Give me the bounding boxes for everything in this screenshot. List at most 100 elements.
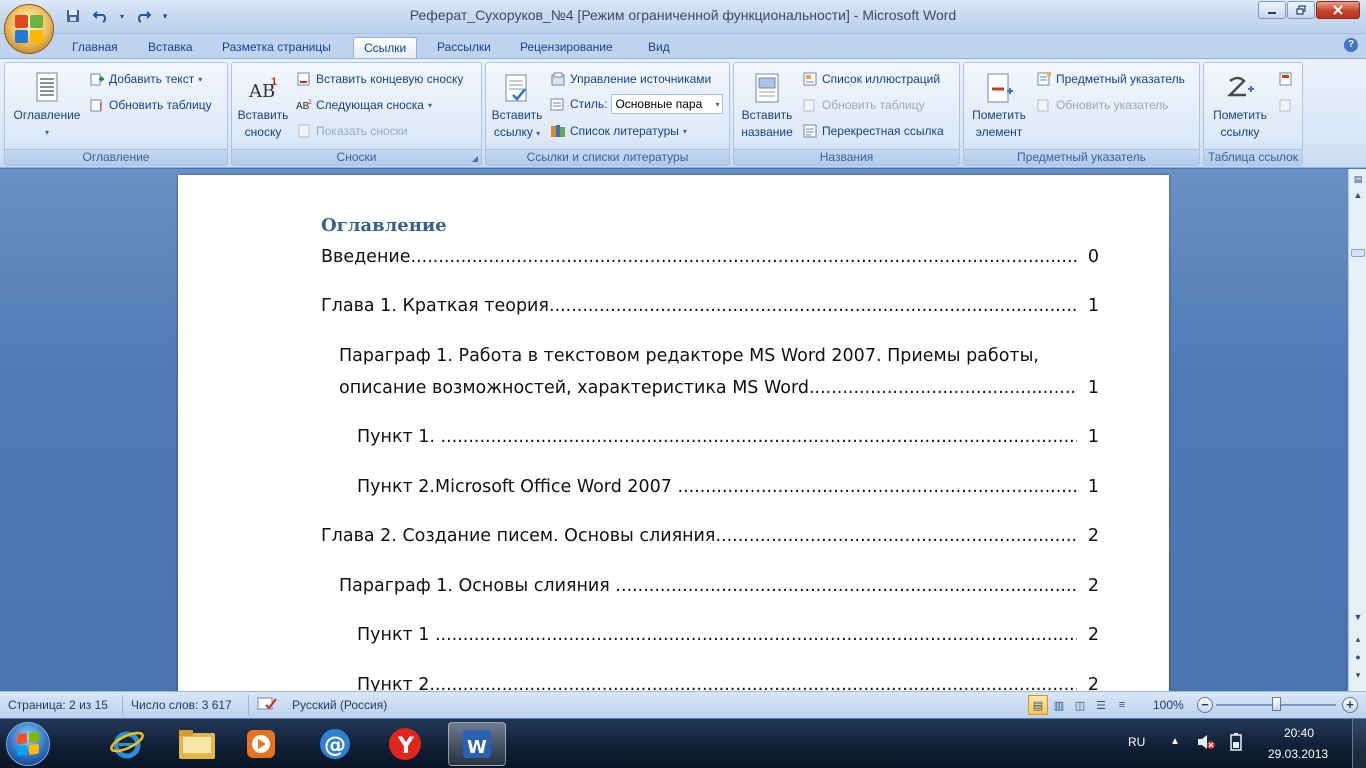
outline-icon[interactable]: ☰ (1091, 695, 1111, 715)
insert-footnote-button[interactable]: AB 1 Вставить сноску (235, 67, 291, 141)
insert-endnote-button[interactable]: Вставить концевую сноску (296, 69, 463, 89)
file-explorer-icon[interactable] (168, 722, 226, 766)
toc-leader-dots: ........................................… (440, 427, 1077, 447)
ruler-toggle-icon[interactable]: ▤ (1350, 171, 1366, 187)
restore-button[interactable] (1287, 1, 1315, 19)
toc-entry[interactable]: Глава 1. Краткая теория.................… (321, 296, 1077, 316)
mail-client-icon[interactable]: @ (306, 722, 364, 766)
page-count[interactable]: Страница: 2 из 15 (8, 698, 108, 712)
microsoft-word-icon[interactable]: W (448, 722, 506, 766)
zoom-level[interactable]: 100% (1153, 698, 1184, 712)
dialog-launcher-icon[interactable]: ◢ (472, 154, 478, 163)
insert-footnote-label-1: Вставить (237, 108, 289, 122)
toc-entry[interactable]: описание возможностей, характеристика MS… (339, 378, 1077, 398)
next-footnote-button[interactable]: AB 1 Следующая сноска ▾ (296, 95, 432, 115)
toc-entry[interactable]: Параграф 1. Работа в текстовом редакторе… (339, 346, 1077, 366)
insert-toa-button[interactable] (1278, 69, 1294, 89)
tab-review[interactable]: Рецензирование (510, 37, 623, 58)
language-status[interactable]: Русский (Россия) (292, 698, 387, 712)
toc-entry[interactable]: Пункт 1 ................................… (357, 625, 1077, 645)
svg-text:!: ! (812, 101, 816, 113)
toc-entry[interactable]: Глава 2. Создание писем. Основы слияния.… (321, 526, 1077, 546)
tab-insert[interactable]: Вставка (138, 37, 203, 58)
style-dropdown[interactable]: Основные пара ▾ (611, 94, 724, 114)
svg-text:1: 1 (271, 76, 277, 88)
mark-citation-button[interactable]: Пометить ссылку (1206, 67, 1274, 141)
clock-time[interactable]: 20:40 (1284, 726, 1314, 740)
toc-button[interactable]: Оглавление ▾ (9, 67, 85, 141)
battery-icon[interactable] (1226, 732, 1246, 755)
input-language[interactable]: RU (1128, 735, 1145, 749)
group-captions: Вставить название Список иллюстраций ! О… (733, 62, 960, 166)
svg-text:1: 1 (308, 99, 312, 106)
tab-page-layout[interactable]: Разметка страницы (212, 37, 341, 58)
zoom-in-icon[interactable]: + (1342, 697, 1358, 713)
scroll-thumb[interactable] (1351, 249, 1365, 257)
update-table-button[interactable]: ! Обновить таблицу (89, 95, 212, 115)
update-index-button[interactable]: ! Обновить указатель (1036, 95, 1169, 115)
insert-citation-button[interactable]: Вставить ссылку ▾ (488, 67, 546, 142)
office-button[interactable] (4, 4, 54, 54)
full-screen-reading-icon[interactable]: ▥ (1049, 695, 1069, 715)
vertical-scrollbar[interactable]: ▤ ▲ ▼ ▴ ● ▾ (1348, 169, 1366, 691)
toc-entry[interactable]: Пункт 2.................................… (357, 675, 1077, 691)
cross-reference-button[interactable]: Перекрестная ссылка (802, 121, 944, 141)
toc-page-number: 1 (1087, 427, 1099, 447)
volume-muted-icon[interactable] (1196, 733, 1216, 754)
show-desktop-button[interactable] (1352, 719, 1366, 768)
update-toa-button[interactable] (1278, 95, 1294, 115)
previous-page-icon[interactable]: ▴ (1350, 631, 1366, 647)
status-separator (122, 695, 123, 715)
insert-index-button[interactable]: Предметный указатель (1036, 69, 1185, 89)
toc-entry[interactable]: Пункт 1. ...............................… (357, 427, 1077, 447)
toc-leader-dots: ........................................… (615, 576, 1077, 596)
manage-sources-button[interactable]: Управление источниками (550, 69, 711, 89)
toc-entry-text: Параграф 1. Основы слияния (339, 576, 616, 596)
zoom-slider-thumb[interactable] (1272, 697, 1281, 711)
web-layout-icon[interactable]: ◫ (1070, 695, 1090, 715)
media-player-icon[interactable] (232, 722, 290, 766)
scroll-down-icon[interactable]: ▼ (1350, 609, 1366, 625)
show-hidden-icons-icon[interactable]: ▲ (1170, 736, 1180, 747)
word-count[interactable]: Число слов: 3 617 (131, 698, 232, 712)
spelling-check-icon[interactable] (256, 695, 278, 716)
mark-entry-button[interactable]: Пометить элемент (966, 67, 1032, 141)
draft-icon[interactable]: ≡ (1112, 695, 1132, 715)
tab-home[interactable]: Главная (62, 37, 128, 58)
update-toa-icon (1278, 97, 1294, 113)
show-notes-button[interactable]: Показать сноски (296, 121, 408, 141)
browse-object-icon[interactable]: ● (1350, 649, 1366, 665)
scroll-up-icon[interactable]: ▲ (1350, 187, 1366, 203)
minimize-button[interactable] (1258, 1, 1286, 19)
print-layout-icon[interactable]: ▤ (1028, 695, 1048, 715)
tab-mailings[interactable]: Рассылки (427, 37, 501, 58)
tab-view[interactable]: Вид (638, 37, 680, 58)
clock-date[interactable]: 29.03.2013 (1268, 747, 1328, 761)
bibliography-button[interactable]: Список литературы ▾ (550, 121, 687, 141)
close-button[interactable] (1316, 1, 1360, 19)
yandex-browser-icon[interactable]: Y (376, 722, 434, 766)
toc-entry[interactable]: Пункт 2.Microsoft Office Word 2007 .....… (357, 477, 1077, 497)
toc-leader-dots: ........................................… (677, 477, 1077, 497)
document-page[interactable]: Оглавление 0 Введение....................… (178, 175, 1169, 691)
next-page-icon[interactable]: ▾ (1350, 667, 1366, 683)
tab-references[interactable]: Ссылки (353, 37, 418, 58)
add-text-button[interactable]: Добавить текст ▾ (89, 69, 202, 89)
table-of-figures-button[interactable]: Список иллюстраций (802, 69, 940, 89)
show-notes-icon (296, 123, 312, 139)
help-icon[interactable]: ? (1344, 38, 1358, 52)
start-button[interactable] (6, 722, 50, 766)
toc-entry[interactable]: Параграф 1. Основы слияния .............… (339, 576, 1077, 596)
update-figures-table-button[interactable]: ! Обновить таблицу (802, 95, 925, 115)
window-title: Реферат_Сухоруков_№4 [Режим ограниченной… (409, 7, 957, 23)
toc-page-number: 2 (1087, 576, 1099, 596)
zoom-out-icon[interactable]: − (1197, 697, 1213, 713)
taskbar: @ Y W RU ▲ 20:40 29.03.2013 (0, 718, 1366, 768)
toc-entry[interactable]: Введение................................… (321, 247, 1077, 267)
insert-caption-button[interactable]: Вставить название (736, 67, 798, 141)
insert-citation-label-2: ссылку (493, 125, 533, 139)
group-citations: Вставить ссылку ▾ Управление источниками… (485, 62, 730, 166)
internet-explorer-icon[interactable] (98, 722, 156, 766)
table-of-figures-label: Список иллюстраций (822, 72, 941, 86)
windows-logo-icon (17, 731, 39, 757)
